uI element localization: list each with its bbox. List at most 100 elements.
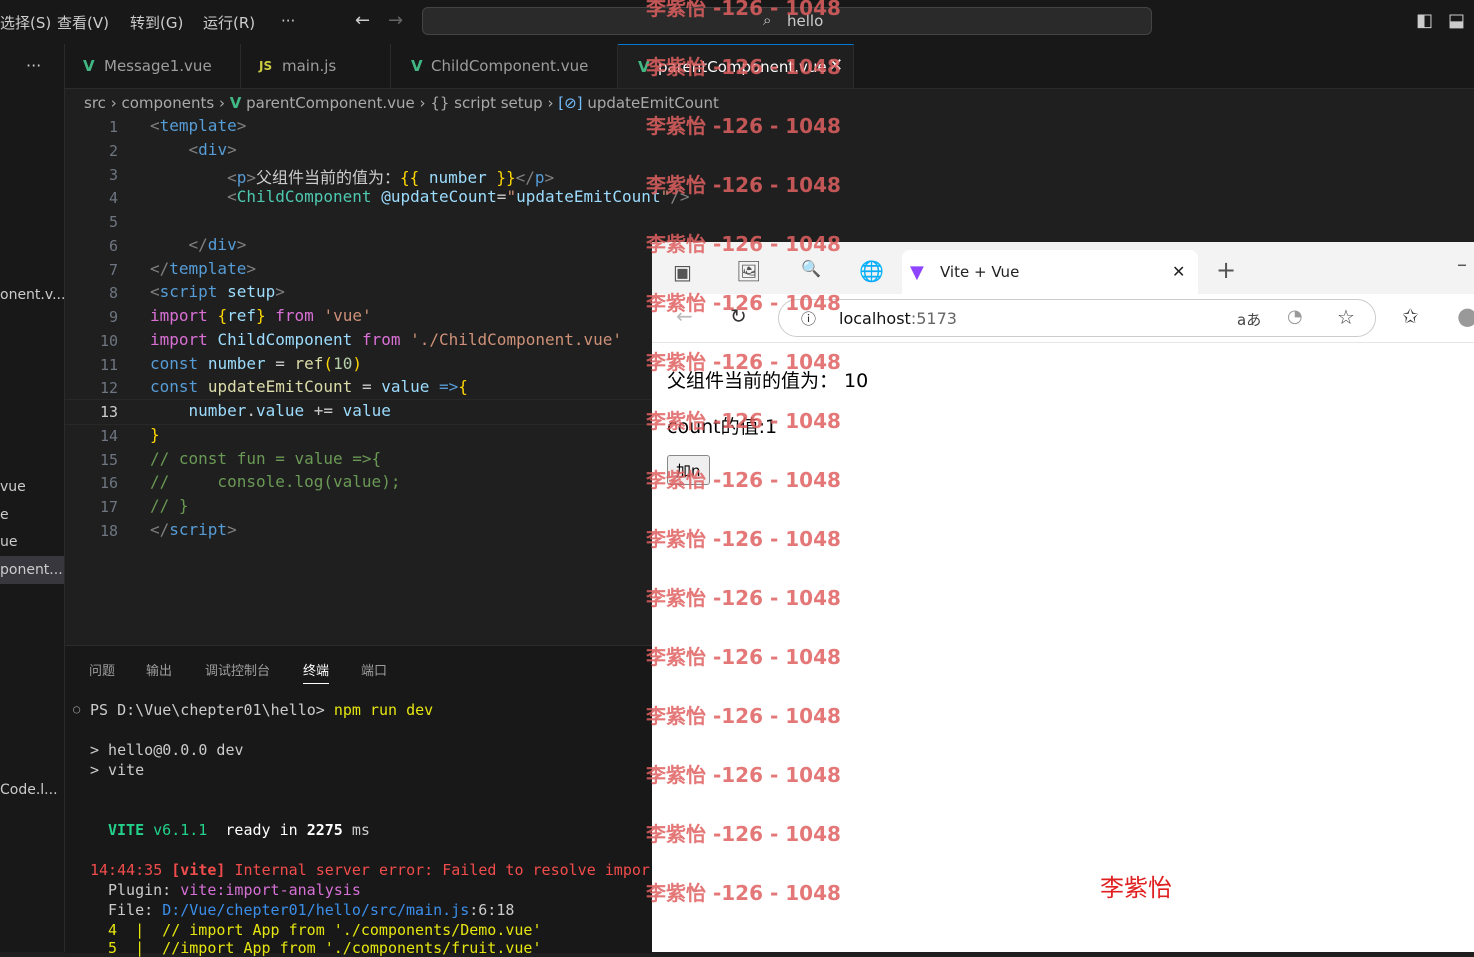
menu-view[interactable]: 查看(V) [57,12,109,33]
chevron-right-icon: › [110,94,122,112]
image-icon[interactable]: 🖼 [736,259,761,283]
code-line: <div> [188,140,237,159]
forward-arrow-icon[interactable]: → [388,10,403,31]
explorer-item[interactable]: ue [0,534,64,550]
code-line: <template> [150,116,247,135]
terminal-line: Plugin: vite:import-analysis [108,881,361,899]
code-line: <p>父组件当前的值为：{{ number }}</p> [227,168,555,187]
terminal-line: > hello@0.0.0 dev [90,741,244,759]
js-icon: JS [259,59,273,73]
line-number: 8 [108,284,118,302]
tab-child-component[interactable]: V ChildComponent.vue [391,44,618,88]
explorer-item[interactable]: e [0,507,64,523]
code-line: </template> [150,259,256,278]
menu-run[interactable]: 运行(R) [203,12,255,33]
minimize-icon[interactable]: – [1457,252,1467,276]
line-number: 18 [99,522,118,540]
line-number: 12 [99,379,118,397]
edge-extension-icon[interactable]: ◔ [1287,306,1303,327]
line-number: 16 [99,474,118,492]
code-line: } [150,425,160,444]
breadcrumb-item[interactable]: components [121,94,214,112]
tab-terminal[interactable]: 终端 [303,660,330,684]
watermark: 李紫怡 -126 - 1048 [646,55,841,79]
line-number: 9 [108,308,118,326]
code-editor[interactable]: 1 2 3 4 5 6 7 8 9 10 11 12 13 14 15 16 1… [65,114,689,644]
tab-output[interactable]: 输出 [146,660,172,679]
toggle-sidebar-icon[interactable]: ◧ [1416,10,1433,31]
url-text: localhost:5173 [839,309,957,328]
menu-go[interactable]: 转到(G) [130,12,183,33]
chevron-right-icon: › [547,94,559,112]
vue-icon: V [229,94,242,112]
browser-tab-active[interactable]: ▼ Vite + Vue ✕ [902,250,1198,294]
vue-icon: V [411,57,423,75]
watermark: 李紫怡 -126 - 1048 [646,881,841,905]
watermark: 李紫怡 -126 - 1048 [646,586,841,610]
explorer-item-selected[interactable]: ponent.... [0,556,64,584]
code-line: // } [150,496,189,515]
tab-label: main.js [282,57,337,75]
toggle-panel-icon[interactable]: ⬓ [1448,10,1465,31]
address-bar[interactable]: ⓘ localhost:5173 aあ ◔ ☆ [778,299,1376,337]
line-number: 11 [99,356,118,374]
read-aloud-icon[interactable]: aあ [1237,309,1261,330]
menu-selection[interactable]: 选择(S) [0,12,51,33]
tab-problems[interactable]: 问题 [89,660,115,679]
code-line: <script setup> [150,282,285,301]
close-icon[interactable]: ✕ [1172,262,1185,281]
line-number: 10 [99,332,118,350]
breadcrumb: src › components › V parentComponent.vue… [84,94,719,112]
terminal-line: 14:44:35 [vite] Internal server error: F… [90,861,650,879]
favorites-icon[interactable]: ✩ [1402,304,1419,328]
line-number: 14 [99,427,118,445]
code-line: // const fun = value =>{ [150,449,382,468]
watermark: 李紫怡 -126 - 1048 [646,468,841,492]
chevron-right-icon: › [218,94,230,112]
tab-label: ChildComponent.vue [431,57,589,75]
watermark: 李紫怡 -126 - 1048 [646,704,841,728]
watermark: 李紫怡 -126 - 1048 [646,114,841,138]
watermark: 李紫怡 -126 - 1048 [646,232,841,256]
symbol-icon: [⊘] [558,94,583,112]
line-number: 17 [99,498,118,516]
line-number: 7 [108,261,118,279]
breadcrumb-item[interactable]: parentComponent.vue [246,94,415,112]
code-line: </div> [188,235,247,254]
avatar[interactable]: ● [1457,302,1474,330]
vite-logo-icon: ▼ [910,262,924,283]
breadcrumb-item[interactable]: {} script setup [430,94,542,112]
tab-debug-console[interactable]: 调试控制台 [205,660,270,679]
code-line: import ChildComponent from './ChildCompo… [150,330,623,349]
back-arrow-icon[interactable]: ← [355,10,370,31]
watermark: 李紫怡 -126 - 1048 [646,645,841,669]
code-line: import {ref} from 'vue' [150,306,372,325]
explorer-sidebar: ··· onent.v... vue e ue ponent.... Code.… [0,44,65,952]
line-number-current: 13 [99,403,118,421]
browser-tab-title: Vite + Vue [940,263,1020,281]
watermark: 李紫怡 -126 - 1048 [646,409,841,433]
tab-message1[interactable]: V Message1.vue [65,44,241,88]
tab-actions-icon[interactable]: ▣ [673,260,692,284]
terminal-line: 5 | //import App from './components/frui… [108,939,542,957]
terminal-line: PS D:\Vue\chepter01\hello> npm run dev [90,701,434,719]
new-tab-icon[interactable]: + [1216,256,1236,284]
explorer-item[interactable]: vue [0,479,64,495]
search-icon[interactable]: 🔍 [801,259,821,278]
line-number: 2 [108,142,118,160]
favorite-star-icon[interactable]: ☆ [1337,305,1355,329]
explorer-item[interactable]: Code.l... [0,782,64,798]
watermark: 李紫怡 -126 - 1048 [646,173,841,197]
menu-more[interactable]: ··· [281,12,295,30]
code-line: number.value += value [188,401,391,420]
tab-ports[interactable]: 端口 [361,660,387,679]
explorer-item[interactable]: onent.v... [0,287,64,303]
chevron-right-icon: › [419,94,431,112]
line-number: 4 [108,189,118,207]
globe-icon[interactable]: 🌐 [859,259,884,283]
line-number: 1 [108,118,118,136]
line-number: 5 [108,213,118,231]
watermark: 李紫怡 -126 - 1048 [646,291,841,315]
tab-main-js[interactable]: JS main.js [241,44,391,88]
breadcrumb-item[interactable]: src [84,94,106,112]
